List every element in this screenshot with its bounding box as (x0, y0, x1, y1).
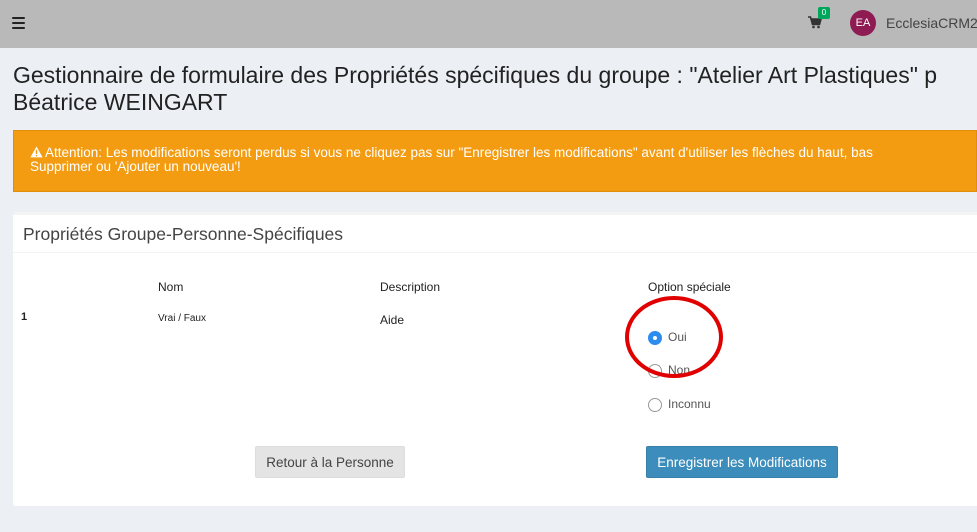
cart-button[interactable]: 0 (806, 7, 830, 36)
column-header-description: Description (380, 280, 441, 294)
page-title-line1: Gestionnaire de formulaire des Propriété… (13, 62, 938, 88)
hamburger-icon[interactable] (12, 17, 25, 29)
warning-alert: Attention: Les modifications seront perd… (13, 130, 977, 192)
radio-label-inconnu[interactable]: Inconnu (668, 397, 711, 411)
radio-label-oui[interactable]: Oui (668, 330, 687, 344)
row-name: Vrai / Faux (158, 313, 206, 324)
warning-icon (30, 146, 43, 158)
radio-label-non[interactable]: Non (668, 363, 690, 377)
radio-oui[interactable] (648, 331, 662, 345)
page-title-line2: Béatrice WEINGART (13, 89, 228, 115)
cart-count-badge: 0 (818, 7, 830, 19)
column-header-name: Nom (158, 280, 184, 294)
column-header-special-option: Option spéciale (648, 280, 731, 294)
avatar: EA (850, 10, 876, 36)
user-name: EcclesiaCRM2 (886, 15, 977, 31)
back-to-person-button[interactable]: Retour à la Personne (255, 446, 405, 478)
radio-non[interactable] (648, 364, 662, 378)
top-navbar: 0 EA EcclesiaCRM2 (0, 0, 977, 48)
alert-text-line1: Attention: Les modifications seront perd… (45, 145, 873, 160)
row-description: Aide (380, 313, 405, 327)
save-changes-button[interactable]: Enregistrer les Modifications (646, 446, 838, 478)
card-header: Propriétés Groupe-Personne-Spécifiques (13, 215, 977, 253)
page-title: Gestionnaire de formulaire des Propriété… (13, 62, 977, 116)
card-title: Propriétés Groupe-Personne-Spécifiques (23, 224, 344, 244)
radio-inconnu[interactable] (648, 398, 662, 412)
alert-text-line2: Supprimer ou 'Ajouter un nouveau'! (30, 159, 241, 174)
row-index: 1 (21, 311, 28, 323)
